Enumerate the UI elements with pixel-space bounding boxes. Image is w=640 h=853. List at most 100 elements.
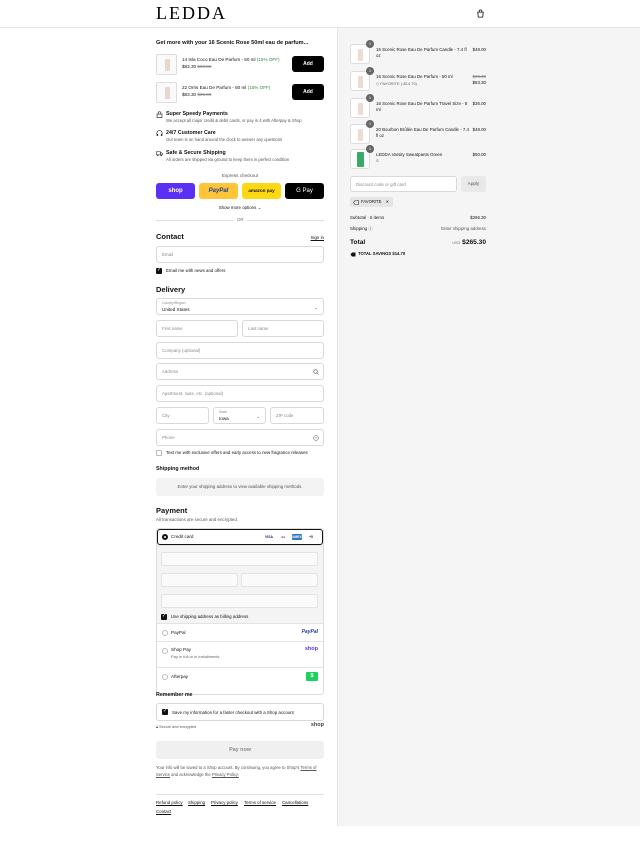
shipping-link[interactable]: Shipping: [188, 800, 205, 805]
item-price: $50.00: [472, 152, 486, 157]
shop-pay-logo: shop: [304, 646, 318, 652]
perk-desc: Our team is on hand around the clock to …: [166, 137, 283, 142]
cart-item: 1 LEDDA Varsity Sweatpants Green S $50.0…: [350, 145, 486, 171]
credit-card-option[interactable]: Credit card VISA ●● AMEX +5: [157, 529, 323, 545]
cancellations-link[interactable]: Cancellations: [282, 800, 308, 805]
discount-code-input[interactable]: Discount code or gift card: [350, 176, 457, 192]
show-more-options-button[interactable]: Show more options ⌄: [156, 205, 324, 211]
email-news-checkbox[interactable]: [156, 267, 162, 274]
amazon-pay-button[interactable]: amazon pay: [242, 183, 281, 199]
shop-pay-option[interactable]: Shop Pay Pay in full or in installments …: [157, 641, 323, 667]
item-price: $48.00: [472, 47, 486, 52]
visa-icon: VISA: [265, 535, 273, 539]
card-expiry-field[interactable]: [161, 573, 238, 587]
upsell-item: 14 Isla Coco Eau De Parfum - 50 ml (15% …: [156, 54, 324, 76]
shop-pay-button[interactable]: shop: [156, 183, 195, 199]
remove-tag-icon[interactable]: ✕: [386, 199, 390, 204]
product-thumbnail: [156, 82, 177, 103]
city-field[interactable]: City: [156, 407, 209, 424]
shop-pay-subtext: Pay in full or in installments: [171, 654, 220, 659]
apply-discount-button[interactable]: Apply: [461, 176, 486, 192]
truck-icon: [156, 151, 163, 157]
payment-heading: Payment: [156, 506, 188, 515]
last-name-field[interactable]: Last name: [242, 320, 324, 337]
item-price: $48.00: [472, 127, 486, 132]
add-upsell-button[interactable]: Add: [292, 56, 324, 72]
add-upsell-button[interactable]: Add: [292, 84, 324, 100]
contact-heading: Contact: [156, 232, 184, 241]
contact-link[interactable]: Contact: [156, 809, 171, 814]
secure-label: 🔒︎ Secure and encrypted: [156, 725, 197, 729]
upsell-name: 14 Isla Coco Eau De Parfum - 50 ml: [182, 57, 256, 62]
sms-offers-label: Text me with exclusive offers and early …: [166, 450, 308, 455]
terms-of-service-link[interactable]: Terms of service: [244, 800, 276, 805]
paypal-option[interactable]: PayPal PayPal: [157, 623, 323, 641]
compare-price: $98.00: [472, 74, 486, 79]
state-select[interactable]: State Iowa ⌄: [213, 407, 266, 424]
cart-item: 1 16 Scenic Rose Eau De Parfum Candle - …: [350, 40, 486, 66]
upsell-compare-price: $98.00: [197, 64, 212, 69]
phone-field[interactable]: Phone ?: [156, 429, 324, 446]
afterpay-logo: $: [306, 672, 318, 681]
shop-pay-label: Shop Pay: [171, 647, 191, 652]
upsell-item: 22 Orris Eau De Parfum - 50 ml (15% OFF)…: [156, 82, 324, 104]
paypal-button[interactable]: PayPal: [199, 183, 238, 199]
header: LEDDA: [0, 0, 640, 28]
first-name-field[interactable]: First name: [156, 320, 238, 337]
store-logo[interactable]: LEDDA: [156, 3, 227, 24]
cart-item: 1 16 Scenic Rose Eau De Parfum Travel Si…: [350, 94, 486, 120]
lock-icon: 🔒︎: [156, 725, 159, 729]
order-summary: 1 16 Scenic Rose Eau De Parfum Candle - …: [337, 28, 640, 826]
upsell-compare-price: $98.00: [197, 92, 212, 97]
card-name-field[interactable]: [161, 594, 318, 608]
zip-code-field[interactable]: ZIP code: [270, 407, 324, 424]
info-icon[interactable]: ⓘ: [368, 226, 372, 231]
savings-value: $14.70: [392, 251, 406, 256]
apartment-field[interactable]: Apartment, suite, etc. (optional): [156, 385, 324, 402]
shopping-bag-icon[interactable]: [476, 9, 485, 18]
upsell-price: $83.30: [182, 64, 197, 69]
pay-now-button[interactable]: Pay now: [156, 741, 324, 759]
save-info-option[interactable]: Save my information for a faster checkou…: [156, 703, 324, 721]
company-field[interactable]: Company (optional): [156, 342, 324, 359]
or-divider: OR: [156, 217, 324, 223]
billing-address-checkbox[interactable]: [161, 613, 167, 620]
paypal-radio[interactable]: [162, 630, 168, 636]
express-checkout-label: Express checkout: [221, 173, 259, 178]
shipping-method-placeholder: Enter your shipping address to view avai…: [156, 478, 324, 496]
paypal-logo: PayPal: [301, 629, 318, 635]
subtotal-value: $265.30: [470, 215, 486, 220]
sign-in-link[interactable]: Sign in: [311, 235, 324, 240]
upsell-title: Get more with your 16 Scenic Rose 50ml e…: [156, 40, 309, 46]
item-name: 16 Scenic Rose Eau De Parfum Candle - 7.…: [376, 47, 467, 58]
credit-card-label: Credit card: [171, 534, 194, 539]
card-security-code-field[interactable]: [241, 573, 318, 587]
save-info-checkbox[interactable]: [162, 708, 168, 715]
item-name: LEDDA Varsity Sweatpants Green: [376, 152, 443, 157]
upsell-discount: (15% OFF): [247, 85, 271, 90]
country-select[interactable]: Country/Region United States ⌄: [156, 298, 324, 315]
search-icon: [313, 369, 319, 375]
quantity-badge: 1: [366, 94, 374, 102]
privacy-link[interactable]: Privacy Policy.: [212, 772, 239, 777]
privacy-policy-link[interactable]: Privacy policy: [211, 800, 238, 805]
cart-item: 1 16 Scenic Rose Eau De Parfum - 50 ml ◇…: [350, 67, 486, 93]
perk-desc: All orders are shipped via ground to kee…: [166, 157, 290, 162]
sms-offers-checkbox[interactable]: [156, 450, 162, 456]
credit-card-radio[interactable]: [162, 534, 168, 540]
afterpay-radio[interactable]: [162, 674, 168, 680]
google-pay-button[interactable]: G Pay: [285, 183, 324, 199]
refund-policy-link[interactable]: Refund policy: [156, 800, 183, 805]
email-field[interactable]: Email: [156, 246, 324, 263]
address-field[interactable]: Address: [156, 363, 324, 380]
item-price: $98.00 $83.30: [472, 74, 486, 85]
billing-address-label: Use shipping address as billing address: [171, 614, 249, 619]
chevron-down-icon: ⌄: [257, 205, 262, 210]
shipping-method-heading: Shipping method: [156, 466, 200, 472]
item-name: 16 Scenic Rose Eau De Parfum - 50 ml: [376, 74, 453, 79]
card-number-field[interactable]: [161, 552, 318, 566]
shop-pay-radio[interactable]: [162, 648, 168, 654]
afterpay-option[interactable]: Afterpay $: [157, 667, 323, 685]
help-icon[interactable]: ?: [313, 435, 319, 441]
upsell-price: $83.30: [182, 92, 197, 97]
